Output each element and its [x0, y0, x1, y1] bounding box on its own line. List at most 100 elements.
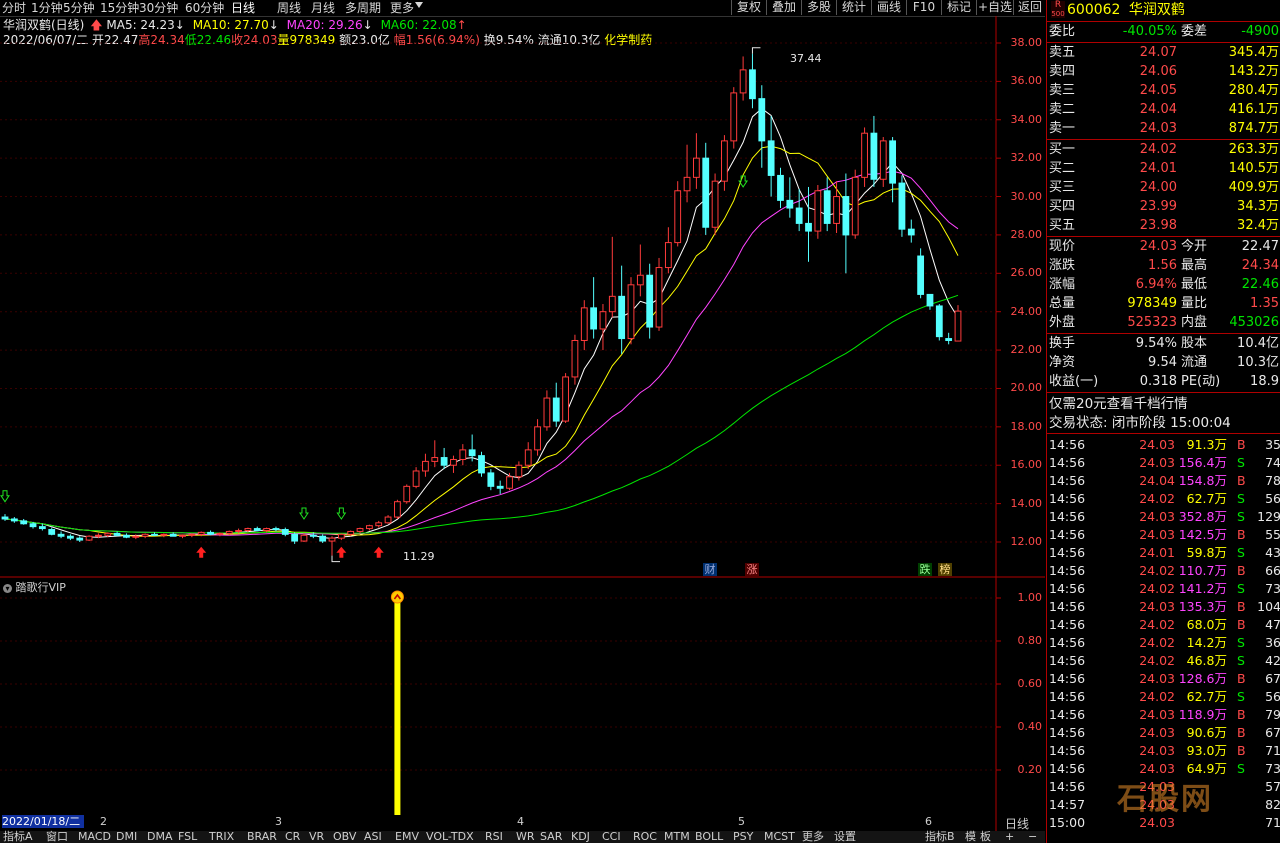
indicator-tab[interactable]: MACD [78, 831, 111, 843]
candle[interactable] [394, 499, 401, 519]
candle[interactable] [188, 533, 196, 538]
indicator-tab[interactable]: FSL [178, 831, 197, 843]
candle[interactable] [805, 186, 812, 262]
period-tab-multi[interactable]: 多周期 [345, 0, 381, 16]
candle[interactable] [384, 515, 392, 524]
indicator-tab[interactable]: 设置 [834, 831, 856, 843]
candle[interactable] [851, 169, 859, 239]
candle[interactable] [57, 531, 65, 539]
candle[interactable] [608, 236, 616, 318]
event-limit-up-marker[interactable]: 涨 [745, 563, 759, 576]
candle[interactable] [571, 334, 579, 385]
candle[interactable] [356, 527, 364, 534]
candle[interactable] [1, 514, 9, 521]
candle[interactable] [954, 305, 962, 342]
indicator-tab[interactable]: EMV [395, 831, 419, 843]
candle[interactable] [300, 533, 308, 542]
candle[interactable] [85, 535, 93, 542]
candle[interactable] [898, 175, 906, 237]
candle[interactable] [337, 533, 345, 541]
candle[interactable] [646, 263, 654, 339]
period-tab-5min[interactable]: 5分钟 [63, 0, 95, 16]
candle[interactable] [870, 115, 878, 187]
r-badge[interactable]: R 500 [1051, 1, 1065, 18]
candle[interactable] [945, 332, 953, 345]
indicator-tab[interactable]: 更多 [802, 831, 824, 843]
indicator-tab[interactable]: MTM [664, 831, 690, 843]
candle[interactable] [281, 527, 289, 537]
candle[interactable] [552, 382, 560, 427]
candle[interactable] [935, 304, 943, 341]
candle[interactable] [10, 517, 18, 523]
indicator-tab[interactable]: VR [309, 831, 324, 843]
bids-row[interactable]: 买二 24.01 140.5万 [1049, 160, 1279, 178]
asks-row[interactable]: 卖一 24.03 874.7万 [1049, 120, 1279, 138]
asks-row[interactable]: 卖四 24.06 143.2万 [1049, 63, 1279, 81]
bids-row[interactable]: 买四 23.99 34.3万 [1049, 198, 1279, 216]
candle[interactable] [636, 244, 644, 297]
candle[interactable] [907, 219, 915, 243]
tail-button[interactable]: 板 [980, 831, 991, 843]
candle[interactable] [328, 536, 336, 556]
candle[interactable] [431, 440, 439, 468]
candle[interactable] [739, 56, 747, 101]
candle[interactable] [833, 181, 840, 234]
candle[interactable] [48, 527, 56, 536]
f10-button[interactable]: F10 [906, 0, 941, 15]
asks-row[interactable]: 卖五 24.07 345.4万 [1049, 44, 1279, 62]
candle[interactable] [702, 142, 710, 235]
promo-text[interactable]: 仅需20元查看千档行情 [1049, 395, 1188, 413]
period-tab-15min[interactable]: 15分钟 [100, 0, 139, 16]
period-tab-monthly[interactable]: 月线 [311, 0, 335, 16]
candle[interactable] [422, 453, 429, 477]
indicator-tab[interactable]: SAR [540, 831, 562, 843]
candle[interactable] [207, 530, 214, 536]
candle[interactable] [814, 185, 822, 239]
multi-stock-button[interactable]: 多股 [801, 0, 836, 15]
back-button[interactable]: 返回 [1013, 0, 1046, 15]
candle[interactable] [459, 444, 467, 466]
candle[interactable] [76, 536, 84, 542]
indicator-tab[interactable]: CR [285, 831, 300, 843]
candle[interactable] [674, 181, 682, 247]
bids-row[interactable]: 买三 24.00 409.9万 [1049, 179, 1279, 197]
candle[interactable] [113, 531, 121, 537]
candle[interactable] [160, 533, 168, 538]
candle[interactable] [179, 534, 186, 539]
event-finance-marker[interactable]: 财 [703, 563, 717, 576]
candle[interactable] [749, 53, 756, 109]
candle[interactable] [842, 173, 850, 274]
indicator-tab[interactable]: ASI [364, 831, 382, 843]
candle[interactable] [151, 532, 158, 537]
candle[interactable] [67, 534, 74, 541]
candle[interactable] [496, 480, 504, 495]
candle[interactable] [580, 300, 588, 351]
period-tab-1min[interactable]: 1分钟 [31, 0, 63, 16]
candle[interactable] [562, 373, 569, 424]
indicator-tab[interactable]: MCST [764, 831, 795, 843]
candle[interactable] [917, 248, 925, 299]
candle[interactable] [440, 447, 448, 470]
kline-chart[interactable] [0, 16, 1045, 831]
candle[interactable] [758, 85, 766, 168]
candle[interactable] [506, 472, 513, 491]
candle[interactable] [534, 419, 541, 456]
candle[interactable] [543, 390, 551, 431]
candle[interactable] [730, 87, 738, 149]
candle[interactable] [272, 526, 280, 532]
candle[interactable] [823, 177, 831, 232]
candle[interactable] [627, 277, 635, 345]
period-tab-fenshi[interactable]: 分时 [2, 0, 26, 16]
candle[interactable] [926, 293, 934, 310]
period-tab-60min[interactable]: 60分钟 [185, 0, 224, 16]
period-tab-30min[interactable]: 30分钟 [139, 0, 178, 16]
indicator-tab[interactable]: ROC [633, 831, 657, 843]
candle[interactable] [618, 265, 626, 354]
indicator-title[interactable]: ▾ 踏歌行VIP [3, 579, 66, 595]
indicator-tab[interactable]: 指标A [3, 831, 33, 843]
candle[interactable] [375, 520, 383, 528]
indicator-tab[interactable]: DMA [147, 831, 173, 843]
chevron-down-icon[interactable] [415, 2, 423, 8]
event-ranking-marker[interactable]: 榜 [938, 563, 952, 576]
candle[interactable] [777, 167, 784, 209]
